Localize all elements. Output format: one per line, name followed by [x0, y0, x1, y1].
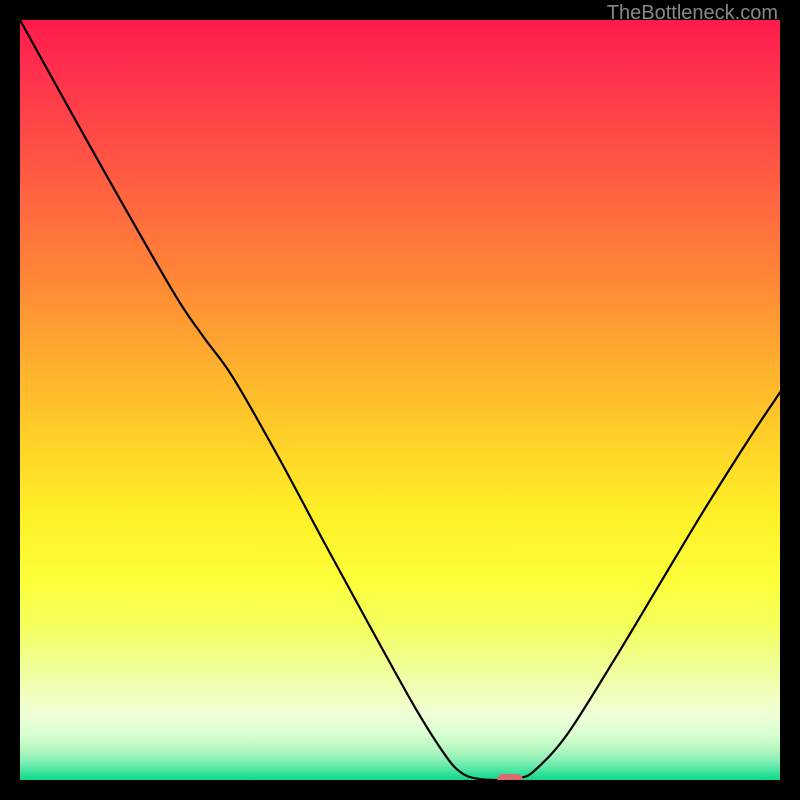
watermark-text: TheBottleneck.com [607, 2, 778, 25]
chart-svg [20, 20, 780, 780]
plot-area [20, 20, 780, 780]
optimal-point-marker [497, 774, 523, 780]
gradient-background [20, 20, 780, 780]
